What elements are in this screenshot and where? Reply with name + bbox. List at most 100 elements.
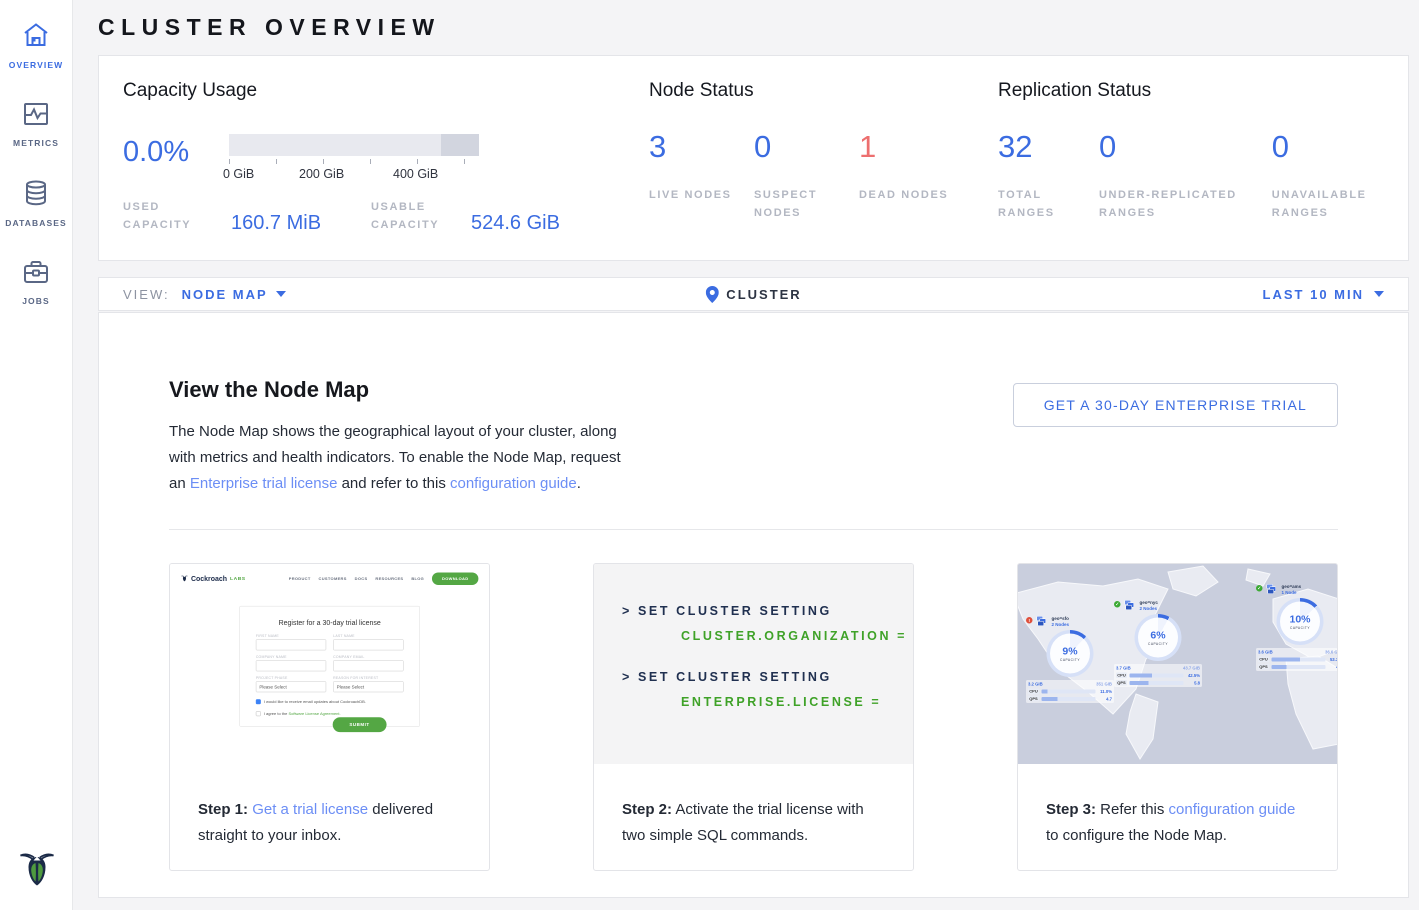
sidebar-item-databases[interactable]: DATABASES — [0, 158, 72, 238]
step3-label: Step 3: — [1046, 801, 1096, 818]
divider — [169, 529, 1338, 530]
usable-capacity-value: 524.6 GiB — [471, 212, 560, 235]
under-replicated-label: UNDER-REPLICATED RANGES — [1099, 187, 1259, 222]
locality-nyc: ✓ geo=nyc 2 Nodes 6% CAPACITY — [1114, 600, 1202, 687]
mini-field-label: LAST NAME — [333, 634, 403, 637]
chevron-down-icon — [1374, 291, 1384, 297]
capacity-usage-title: Capacity Usage — [123, 80, 563, 102]
capacity-percent: 9% — [1062, 645, 1077, 657]
capacity-used: 3.7 GiB — [1116, 666, 1131, 671]
unavailable-ranges-stat: 0 UNAVAILABLE RANGES — [1272, 128, 1398, 222]
dead-nodes-value: 1 — [859, 128, 964, 165]
view-selector[interactable]: VIEW: NODE MAP — [123, 287, 286, 302]
node-status-section: Node Status 3 LIVE NODES 0 SUSPECT NODES… — [649, 80, 979, 222]
mini-input — [333, 639, 403, 650]
mini-register-form: Register for a 30-day trial license FIRS… — [239, 606, 420, 727]
nodes-icon — [1125, 600, 1136, 610]
live-status-icon: ✓ — [1114, 601, 1121, 608]
live-status-icon: ✓ — [1256, 585, 1263, 592]
cockroach-labs-site-screenshot: Cockroach LABS PRODUCT CUSTOMERS DOCS RE… — [170, 564, 489, 764]
cpu-value: 42.5% — [1186, 673, 1200, 678]
mini-form-title: Register for a 30-day trial license — [256, 618, 404, 626]
code-argument: ENTERPRISE.LICENSE = — [681, 696, 913, 709]
unavailable-ranges-value: 0 — [1272, 128, 1398, 165]
step2-card: > SET CLUSTER SETTING CLUSTER.ORGANIZATI… — [593, 563, 914, 871]
dead-status-icon: ! — [1026, 617, 1033, 624]
steps-row: Cockroach LABS PRODUCT CUSTOMERS DOCS RE… — [169, 563, 1338, 871]
locality-node-count: 2 Nodes — [1052, 622, 1070, 627]
configuration-guide-link[interactable]: configuration guide — [1169, 801, 1296, 818]
sidebar-item-label: JOBS — [22, 296, 50, 306]
under-replicated-value: 0 — [1099, 128, 1272, 165]
capacity-label: CAPACITY — [1290, 626, 1310, 630]
used-capacity-label: USED CAPACITY — [123, 199, 213, 234]
step1-screenshot: Cockroach LABS PRODUCT CUSTOMERS DOCS RE… — [170, 564, 489, 764]
view-value: NODE MAP — [182, 287, 268, 302]
main-content: CLUSTER OVERVIEW Capacity Usage 0.0% 0 G… — [98, 0, 1409, 898]
enterprise-trial-license-link[interactable]: Enterprise trial license — [190, 475, 338, 492]
mini-input — [333, 660, 403, 671]
dead-nodes-stat: 1 DEAD NODES — [859, 128, 964, 222]
dead-nodes-label: DEAD NODES — [859, 187, 964, 205]
qps-label: QPS — [1116, 680, 1127, 686]
capacity-percent: 10% — [1289, 613, 1310, 625]
used-capacity-value: 160.7 MiB — [231, 212, 321, 235]
capacity-used-percent: 0.0% — [123, 134, 229, 167]
capacity-label: CAPACITY — [1148, 642, 1168, 646]
mini-checkbox-checked — [256, 699, 261, 704]
qps-label: QPS — [1258, 664, 1269, 670]
mini-field-label: COMPANY NAME — [256, 655, 326, 658]
step3-text: to configure the Node Map. — [1046, 827, 1227, 844]
capacity-bar-segment — [441, 134, 479, 156]
configuration-guide-link[interactable]: configuration guide — [450, 475, 577, 492]
mini-field-label: FIRST NAME — [256, 634, 326, 637]
description-text: . — [577, 475, 581, 492]
nodes-icon — [1267, 584, 1278, 594]
mini-select: Please Select — [333, 681, 403, 692]
sidebar-item-jobs[interactable]: JOBS — [0, 238, 72, 316]
mini-select: Please Select — [256, 681, 326, 692]
sidebar-item-metrics[interactable]: METRICS — [0, 80, 72, 158]
tick-label-0: 0 GiB — [223, 167, 254, 181]
live-nodes-label: LIVE NODES — [649, 187, 754, 205]
capacity-bar-ticks — [229, 159, 479, 165]
step1-caption: Step 1: Get a trial license delivered st… — [170, 764, 489, 849]
qps-value: 5.8 — [1186, 680, 1200, 685]
capacity-usable: 43.7 GiB — [1183, 666, 1200, 671]
mini-nav-item: BLOG — [411, 576, 424, 580]
capacity-usable: 36.6 GiB — [1325, 650, 1337, 655]
capacity-label: CAPACITY — [1060, 658, 1080, 662]
mini-download-button: DOWNLOAD — [432, 572, 478, 584]
qps-value: 4.7 — [1098, 696, 1112, 701]
sidebar-item-overview[interactable]: OVERVIEW — [0, 0, 72, 80]
tick-label-400: 400 GiB — [393, 167, 438, 181]
mini-nav: PRODUCT CUSTOMERS DOCS RESOURCES BLOG — [289, 576, 424, 580]
cpu-value: 53.3% — [1328, 657, 1337, 662]
usable-capacity-label: USABLE CAPACITY — [371, 199, 461, 234]
description-text: and refer to this — [337, 475, 450, 492]
step1-card: Cockroach LABS PRODUCT CUSTOMERS DOCS RE… — [169, 563, 490, 871]
code-prompt: > — [622, 670, 632, 684]
get-trial-license-link[interactable]: Get a trial license — [252, 801, 368, 818]
tick-label-200: 200 GiB — [299, 167, 344, 181]
breadcrumb-label: CLUSTER — [726, 287, 801, 302]
locality-node-count: 1 Node — [1282, 590, 1302, 595]
step2-caption: Step 2: Activate the trial license with … — [594, 764, 913, 849]
capacity-used: 3.2 GiB — [1028, 682, 1043, 687]
enterprise-trial-button[interactable]: GET A 30-DAY ENTERPRISE TRIAL — [1013, 383, 1338, 427]
mini-nav-item: PRODUCT — [289, 576, 311, 580]
cpu-label: CPU — [1028, 689, 1039, 695]
node-map-panel: View the Node Map GET A 30-DAY ENTERPRIS… — [98, 312, 1409, 898]
cpu-label: CPU — [1116, 673, 1127, 679]
code-prompt: > — [622, 604, 632, 618]
locality-ams: ✓ geo=ams 1 Node 10% CAPACITY — [1256, 584, 1337, 671]
time-range-selector[interactable]: LAST 10 MIN — [1263, 287, 1384, 302]
cpu-label: CPU — [1258, 657, 1269, 663]
mini-logo-text: Cockroach — [191, 574, 227, 582]
jobs-icon — [23, 260, 49, 289]
replication-status-title: Replication Status — [998, 80, 1398, 102]
mini-logo-suffix: LABS — [230, 576, 246, 581]
under-replicated-stat: 0 UNDER-REPLICATED RANGES — [1099, 128, 1272, 222]
locality-node-count: 2 Nodes — [1140, 606, 1158, 611]
home-icon — [22, 22, 50, 53]
